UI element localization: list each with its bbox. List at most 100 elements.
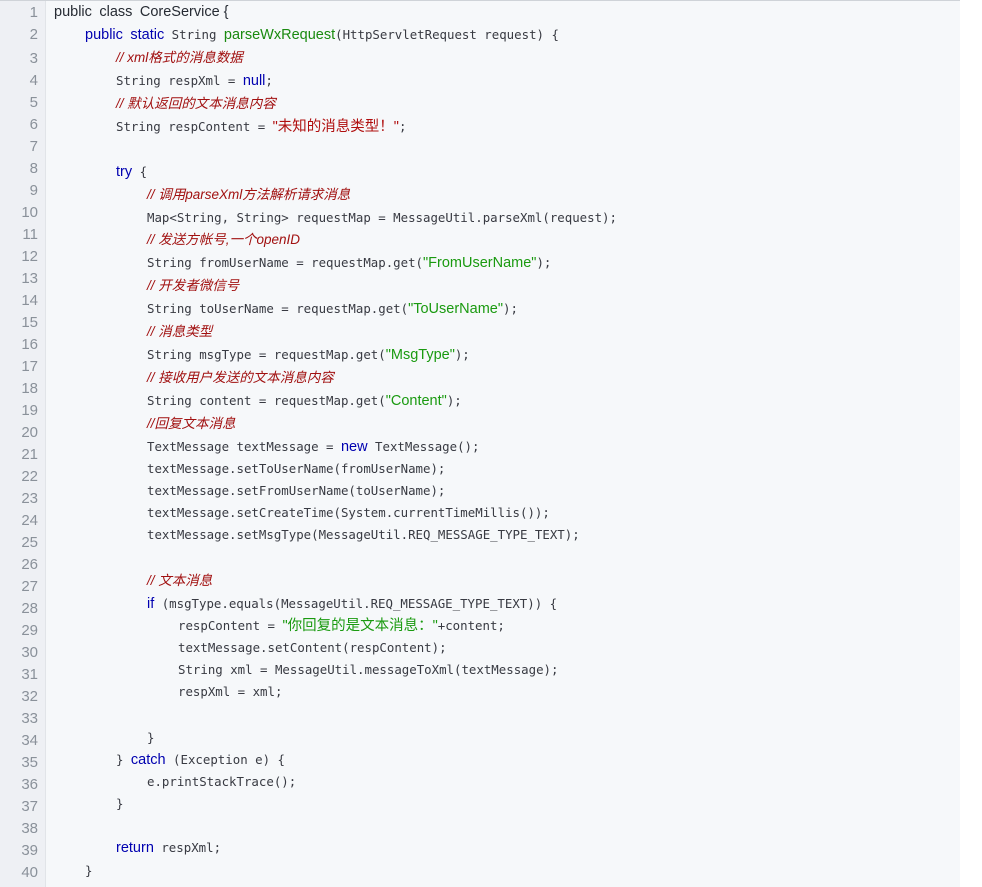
code-keyword: null xyxy=(242,73,266,89)
code-text: textMessage.setFromUserName(toUserName); xyxy=(147,483,446,498)
line-number-gutter: 1 2 3 4 5 6 7 8 9 10 11 12 13 14 15 16 17 18 19 20 21 22 23 24 2… xyxy=(0,1,46,887)
line-number: 13 xyxy=(21,270,38,287)
code-text: String respContent = xyxy=(116,119,273,134)
code-text: ); xyxy=(446,393,462,408)
code-text: String content = requestMap.get( xyxy=(147,393,386,408)
code-method-name: parseWxRequest xyxy=(223,27,336,43)
code-text: String msgType = requestMap.get( xyxy=(147,347,386,362)
code-line: textMessage.setContent(respContent); xyxy=(178,638,447,658)
line-number: 30 xyxy=(21,644,38,661)
code-line: String respContent = "未知的消息类型！"; xyxy=(116,117,406,137)
code-line: respXml = xml; xyxy=(178,682,282,702)
code-line: // 开发者微信号 xyxy=(147,276,239,296)
line-number: 40 xyxy=(21,864,38,881)
line-number: 31 xyxy=(21,666,38,683)
code-line: String fromUserName = requestMap.get("Fr… xyxy=(147,253,551,273)
code-text: } xyxy=(85,863,93,878)
line-number: 38 xyxy=(21,820,38,837)
code-text: TextMessage textMessage = xyxy=(147,439,341,454)
code-text: String xml = MessageUtil.messageToXml(te… xyxy=(178,662,559,677)
code-text: ); xyxy=(503,301,518,316)
code-line: } xyxy=(116,794,123,814)
line-number: 15 xyxy=(21,314,38,331)
code-text: textMessage.setToUserName(fromUserName); xyxy=(147,461,446,476)
code-line: TextMessage textMessage = new TextMessag… xyxy=(147,437,479,457)
line-number: 1 xyxy=(29,4,38,21)
code-text: e.printStackTrace(); xyxy=(147,774,297,789)
line-number: 37 xyxy=(21,798,38,815)
code-keyword: public xyxy=(54,4,92,20)
code-string: "FromUserName" xyxy=(423,255,537,271)
line-number: 28 xyxy=(21,600,38,617)
code-line: String toUserName = requestMap.get("ToUs… xyxy=(147,299,518,319)
code-line: } catch (Exception e) { xyxy=(116,750,285,770)
code-line: textMessage.setFromUserName(toUserName); xyxy=(147,481,445,501)
code-comment: //回复文本消息 xyxy=(147,416,236,431)
code-line: String msgType = requestMap.get("MsgType… xyxy=(147,345,470,365)
line-number: 36 xyxy=(21,776,38,793)
code-line: // 接收用户发送的文本消息内容 xyxy=(147,368,334,388)
code-line: // 消息类型 xyxy=(147,322,212,342)
code-viewer: 1 2 3 4 5 6 7 8 9 10 11 12 13 14 15 16 17 18 19 20 21 22 23 24 2… xyxy=(0,0,960,887)
line-number: 24 xyxy=(21,512,38,529)
code-text: ); xyxy=(454,347,470,362)
line-number: 14 xyxy=(21,292,38,309)
line-number: 39 xyxy=(21,842,38,859)
code-text: { xyxy=(132,164,148,179)
line-number: 17 xyxy=(21,358,38,375)
line-number: 34 xyxy=(21,732,38,749)
code-text: ); xyxy=(536,255,552,270)
code-text: (HttpServletRequest request) { xyxy=(335,27,559,42)
line-number: 16 xyxy=(21,336,38,353)
code-text: textMessage.setMsgType(MessageUtil.REQ_M… xyxy=(147,527,580,542)
line-number: 32 xyxy=(21,688,38,705)
code-text: } xyxy=(147,730,155,745)
line-number: 10 xyxy=(21,204,38,221)
line-number: 27 xyxy=(21,578,38,595)
code-text: Map<String, String> requestMap = Message… xyxy=(147,210,617,225)
line-number: 29 xyxy=(21,622,38,639)
line-number: 6 xyxy=(29,116,38,133)
line-number: 4 xyxy=(29,72,38,89)
code-comment: // 发送方帐号,一个openID xyxy=(147,232,301,247)
code-text: String toUserName = requestMap.get( xyxy=(147,301,409,316)
code-text: TextMessage(); xyxy=(367,439,480,454)
line-number: 8 xyxy=(29,160,38,177)
code-line: // 调用parseXml方法解析请求消息 xyxy=(147,185,350,205)
code-line: if (msgType.equals(MessageUtil.REQ_MESSA… xyxy=(147,594,557,614)
code-line: // 默认返回的文本消息内容 xyxy=(116,94,276,114)
code-comment: // 开发者微信号 xyxy=(147,278,240,293)
code-text: String fromUserName = requestMap.get( xyxy=(147,255,424,270)
code-keyword: try xyxy=(116,164,133,180)
code-keyword: class xyxy=(99,4,133,20)
code-line: try { xyxy=(116,162,147,182)
code-comment: // 调用parseXml方法解析请求消息 xyxy=(147,187,351,202)
code-line: String respXml = null; xyxy=(116,71,273,91)
code-line: textMessage.setMsgType(MessageUtil.REQ_M… xyxy=(147,525,580,545)
line-number: 33 xyxy=(21,710,38,727)
code-line: //回复文本消息 xyxy=(147,414,236,434)
code-line: textMessage.setCreateTime(System.current… xyxy=(147,503,550,523)
code-comment: // 文本消息 xyxy=(147,573,213,588)
line-number: 7 xyxy=(29,138,38,155)
line-number: 22 xyxy=(21,468,38,485)
code-text: +content; xyxy=(437,618,505,633)
code-line: e.printStackTrace(); xyxy=(147,772,296,792)
line-number: 2 xyxy=(29,26,38,43)
code-keyword: static xyxy=(130,27,165,43)
code-keyword: catch xyxy=(130,752,166,768)
line-number: 21 xyxy=(21,446,38,463)
code-line: Map<String, String> requestMap = Message… xyxy=(147,208,617,228)
code-string: "MsgType" xyxy=(385,347,455,363)
code-text: respContent = xyxy=(178,618,283,633)
code-keyword: new xyxy=(340,439,368,455)
line-number: 18 xyxy=(21,380,38,397)
line-number: 19 xyxy=(21,402,38,419)
code-line: } xyxy=(147,728,154,748)
line-number: 20 xyxy=(21,424,38,441)
code-text: } xyxy=(116,752,131,767)
line-number: 11 xyxy=(22,226,38,243)
code-comment: // 消息类型 xyxy=(147,324,213,339)
line-number: 9 xyxy=(29,182,38,199)
code-line: return respXml; xyxy=(116,838,221,858)
